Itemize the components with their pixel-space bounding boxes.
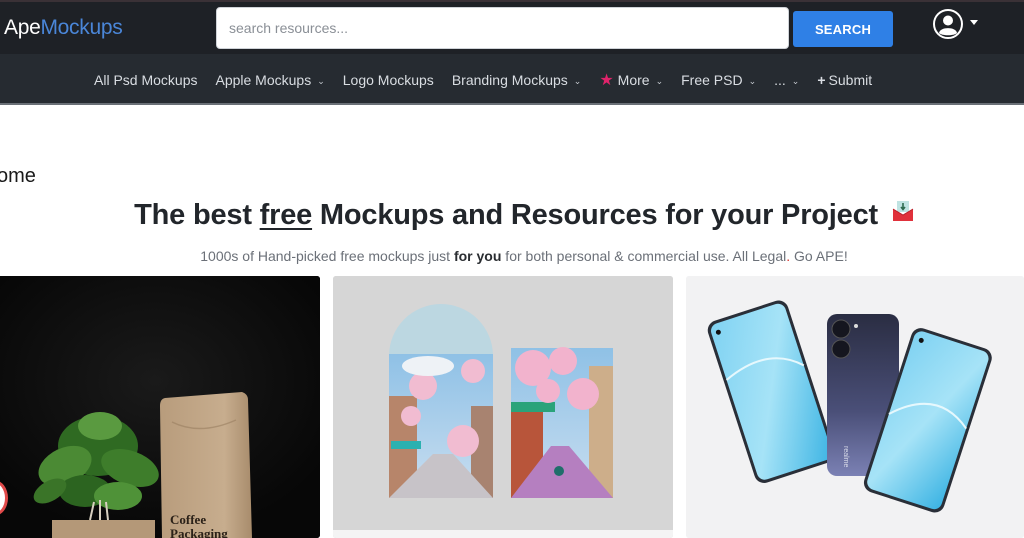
nav-item-apple-mockups[interactable]: Apple Mockups ⌄ (215, 72, 324, 88)
nav-label: More (617, 72, 650, 88)
card-image-cherry-blossom (333, 276, 673, 538)
mockup-card-coffee-packaging[interactable]: Coffee Packaging (0, 276, 320, 538)
phone-brand-text: realme (842, 446, 849, 468)
subtitle-bold: for you (453, 248, 502, 264)
top-header: ApeMockups SEARCH (0, 0, 1024, 54)
chevron-down-icon: ⌄ (655, 75, 664, 86)
search-button[interactable]: SEARCH (793, 11, 893, 47)
nav-label: Submit (828, 72, 873, 88)
nav-item-more[interactable]: ★ More ⌄ (599, 70, 663, 90)
chevron-down-icon: ⌄ (317, 75, 325, 86)
subtitle-end: Go APE! (790, 248, 848, 264)
site-logo[interactable]: ApeMockups (4, 16, 123, 40)
card-image-smartphones: realme (686, 276, 1024, 538)
logo-text-mockups: Mockups (40, 16, 123, 39)
title-text-end: Mockups and Resources for your Project (312, 199, 878, 231)
bag-label-packaging: Packaging (170, 526, 228, 538)
user-circle-icon (932, 8, 964, 45)
bag-label-coffee: Coffee (170, 512, 206, 527)
chevron-down-icon: ⌄ (791, 75, 800, 86)
page-subtitle: 1000s of Hand-picked free mockups just f… (0, 248, 1024, 264)
breadcrumb-home[interactable]: ome (0, 165, 36, 188)
plus-icon: + (817, 72, 826, 88)
subtitle-start: 1000s of Hand-picked free mockups just (200, 248, 454, 264)
nav-item-all-psd-mockups[interactable]: All Psd Mockups (94, 72, 197, 88)
nav-label: ... (774, 72, 786, 88)
main-nav: All Psd Mockups Apple Mockups ⌄ Logo Moc… (0, 54, 1024, 105)
nav-label: Logo Mockups (342, 72, 434, 88)
incoming-envelope-icon (892, 197, 914, 230)
nav-label: Apple Mockups (215, 72, 312, 88)
card-image-coffee-packaging: Coffee Packaging (0, 276, 320, 538)
search-input[interactable] (217, 8, 788, 48)
chevron-down-icon: ⌄ (748, 75, 757, 86)
caret-down-icon (970, 19, 978, 25)
nav-item-free-psd[interactable]: Free PSD ⌄ (681, 72, 756, 88)
user-menu-toggle[interactable] (932, 8, 982, 41)
title-text-start: The best (134, 199, 260, 231)
search-box (216, 7, 789, 49)
page-title: The best free Mockups and Resources for … (0, 199, 1024, 233)
nav-item-logo-mockups[interactable]: Logo Mockups (343, 72, 434, 88)
nav-item-submit[interactable]: + Submit (817, 72, 872, 88)
logo-text-ape: Ape (4, 16, 41, 39)
nav-label: All Psd Mockups (94, 72, 198, 88)
nav-label: Branding Mockups (451, 72, 568, 88)
subtitle-middle: for both personal & commercial use. All … (501, 248, 787, 264)
title-emphasis: free (259, 199, 313, 231)
nav-item-branding-mockups[interactable]: Branding Mockups ⌄ (452, 72, 582, 88)
nav-label: Free PSD (681, 72, 743, 88)
nav-item-overflow[interactable]: ... ⌄ (774, 72, 799, 88)
chevron-down-icon: ⌄ (573, 75, 582, 86)
star-icon: ★ (599, 72, 614, 89)
mockup-card-cherry-blossom[interactable] (333, 276, 673, 538)
mockup-card-smartphone[interactable]: realme (686, 276, 1024, 538)
